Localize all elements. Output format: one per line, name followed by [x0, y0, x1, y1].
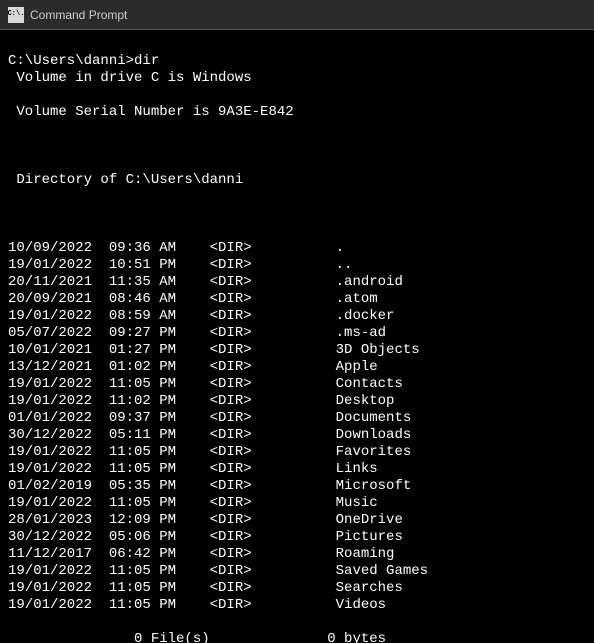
summary-files: 0 File(s) 0 bytes [8, 631, 586, 643]
blank-line [8, 206, 586, 223]
dir-entry: 19/01/2022 11:05 PM <DIR> Music [8, 495, 586, 512]
dir-entry: 19/01/2022 11:05 PM <DIR> Contacts [8, 376, 586, 393]
dir-entry: 19/01/2022 11:05 PM <DIR> Links [8, 461, 586, 478]
dir-entry: 20/09/2021 08:46 AM <DIR> .atom [8, 291, 586, 308]
terminal-output[interactable]: C:\Users\danni>dir Volume in drive C is … [0, 30, 594, 643]
dir-entry: 20/11/2021 11:35 AM <DIR> .android [8, 274, 586, 291]
blank-line [8, 138, 586, 155]
window-title: Command Prompt [30, 8, 127, 22]
dir-entry: 05/07/2022 09:27 PM <DIR> .ms-ad [8, 325, 586, 342]
dir-entry: 01/02/2019 05:35 PM <DIR> Microsoft [8, 478, 586, 495]
dir-entry: 19/01/2022 11:05 PM <DIR> Videos [8, 597, 586, 614]
volume-line: Volume in drive C is Windows [8, 70, 586, 87]
directory-listing: 10/09/2022 09:36 AM <DIR> .19/01/2022 10… [8, 240, 586, 614]
dir-entry: 19/01/2022 08:59 AM <DIR> .docker [8, 308, 586, 325]
dir-entry: 01/01/2022 09:37 PM <DIR> Documents [8, 410, 586, 427]
cmd-icon: C:\. [8, 7, 24, 23]
dir-entry: 19/01/2022 10:51 PM <DIR> .. [8, 257, 586, 274]
dir-entry: 28/01/2023 12:09 PM <DIR> OneDrive [8, 512, 586, 529]
dir-entry: 10/01/2021 01:27 PM <DIR> 3D Objects [8, 342, 586, 359]
command-text: dir [134, 53, 159, 69]
directory-of-line: Directory of C:\Users\danni [8, 172, 586, 189]
titlebar[interactable]: C:\. Command Prompt [0, 0, 594, 30]
prompt-path: C:\Users\danni> [8, 53, 134, 69]
dir-entry: 10/09/2022 09:36 AM <DIR> . [8, 240, 586, 257]
dir-entry: 19/01/2022 11:05 PM <DIR> Favorites [8, 444, 586, 461]
dir-entry: 19/01/2022 11:05 PM <DIR> Searches [8, 580, 586, 597]
serial-line: Volume Serial Number is 9A3E-E842 [8, 104, 586, 121]
dir-entry: 30/12/2022 05:11 PM <DIR> Downloads [8, 427, 586, 444]
dir-entry: 30/12/2022 05:06 PM <DIR> Pictures [8, 529, 586, 546]
dir-entry: 19/01/2022 11:02 PM <DIR> Desktop [8, 393, 586, 410]
dir-entry: 19/01/2022 11:05 PM <DIR> Saved Games [8, 563, 586, 580]
dir-entry: 13/12/2021 01:02 PM <DIR> Apple [8, 359, 586, 376]
dir-entry: 11/12/2017 06:42 PM <DIR> Roaming [8, 546, 586, 563]
